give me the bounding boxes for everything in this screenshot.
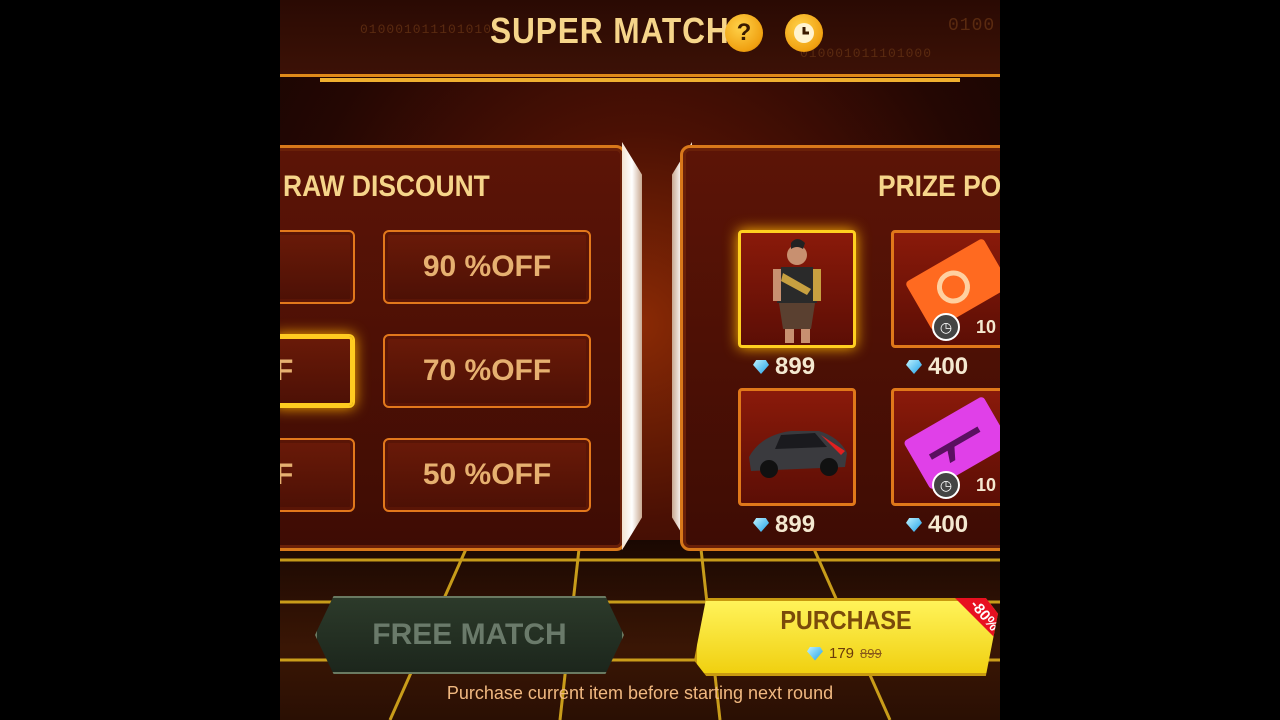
character-figure-icon xyxy=(773,239,821,343)
purchase-hint: Purchase current item before starting ne… xyxy=(446,683,834,703)
purchase-old-price: 899 xyxy=(860,646,882,661)
diamond-icon xyxy=(906,518,922,532)
duration-label: 10 xyxy=(976,317,997,337)
purchase-price-value: 179 xyxy=(829,645,855,662)
prize-pool-title: PRIZE POO xyxy=(878,170,1000,203)
discount-tile-4[interactable]: 70 %OFF xyxy=(383,334,591,408)
draw-discount-panel: RAW DISCOUNT 90 %OFF F 70 %OFF F 50 %OFF xyxy=(280,145,626,551)
prize-item-orange-voucher[interactable]: ◷ 10 xyxy=(891,230,1000,348)
discount-tile-6[interactable]: 50 %OFF xyxy=(383,438,591,512)
prize-price-1: 899 xyxy=(753,353,815,381)
binary-text-mid: 010001011101000 xyxy=(800,46,933,61)
free-match-button[interactable]: FREE MATCH xyxy=(315,596,624,674)
diamond-icon xyxy=(753,360,769,374)
prize-price-value: 400 xyxy=(928,511,969,538)
prize-price-value: 899 xyxy=(775,511,816,538)
prize-item-car[interactable] xyxy=(738,388,856,506)
prize-price-2: 400 xyxy=(906,353,968,381)
timer-icon: ◷ xyxy=(932,471,960,499)
clock-icon xyxy=(794,23,814,43)
diamond-icon xyxy=(906,360,922,374)
binary-text-right: 0100 xyxy=(948,16,996,36)
duration-label: 10 xyxy=(976,475,997,495)
sports-car-icon xyxy=(749,431,847,478)
discount-tile-2[interactable]: 90 %OFF xyxy=(383,230,591,304)
prize-price-3: 899 xyxy=(753,511,815,539)
discount-tile-1[interactable] xyxy=(280,230,355,304)
prize-pool-panel: PRIZE POO 899 xyxy=(680,145,1000,551)
help-button[interactable]: ? xyxy=(725,14,763,52)
prize-price-value: 400 xyxy=(928,353,969,380)
purchase-label: PURCHASE xyxy=(780,605,912,635)
discount-tile-3[interactable]: F xyxy=(280,334,355,408)
prize-item-character[interactable] xyxy=(738,230,856,348)
binary-text-left: 0100010111010100 xyxy=(360,22,501,37)
question-icon: ? xyxy=(736,19,752,46)
timer-icon: ◷ xyxy=(932,313,960,341)
header-bar: 0100010111010100 010001011101000 0100 SU… xyxy=(280,0,1000,82)
diamond-icon xyxy=(807,646,823,661)
discount-tile-5[interactable]: F xyxy=(280,438,355,512)
draw-discount-title: RAW DISCOUNT xyxy=(283,170,490,203)
purchase-price: 179 899 xyxy=(807,645,882,662)
page-title: SUPER MATCH xyxy=(490,10,730,51)
prize-item-pink-voucher[interactable]: ◷ 10 xyxy=(891,388,1000,506)
purchase-button[interactable]: PURCHASE 179 899 -80% xyxy=(694,598,998,676)
game-stage: 0100010111010100 010001011101000 0100 SU… xyxy=(280,0,1000,720)
prize-price-value: 899 xyxy=(775,353,816,380)
divider-pillar-left xyxy=(622,142,642,550)
prize-price-4: 400 xyxy=(906,511,968,539)
diamond-icon xyxy=(753,518,769,532)
history-button[interactable] xyxy=(785,14,823,52)
